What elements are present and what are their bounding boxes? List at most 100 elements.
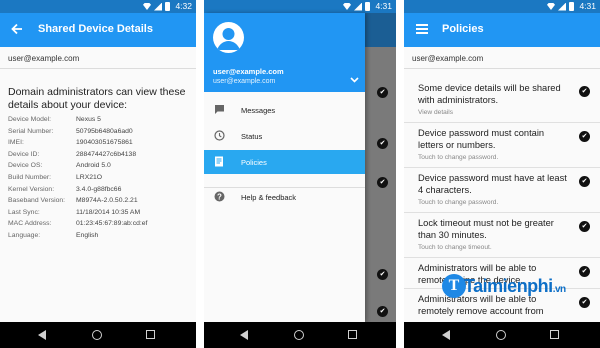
page-title: Policies <box>442 23 484 35</box>
watermark-brand: Taimienphi <box>464 276 553 296</box>
detail-value: 288474427c6b4138 <box>76 150 137 158</box>
check-icon: ✔ <box>579 297 590 308</box>
policy-text: Administrators will be able to remotely … <box>418 294 544 316</box>
chevron-down-icon[interactable] <box>350 75 359 85</box>
status-time: 4:31 <box>579 1 596 11</box>
detail-row: Build Number: LRX21O <box>8 174 192 186</box>
signal-icon <box>154 2 162 11</box>
check-icon: ✔ <box>377 177 388 188</box>
policy-subtext: Touch to change password. <box>418 154 499 161</box>
screen-navigation-drawer: 4:31 ✔ ✔ ✔ ✔ ✔ user@example.com user@exa… <box>204 0 396 348</box>
check-icon: ✔ <box>579 86 590 97</box>
policy-item[interactable]: Some device details will be shared with … <box>404 78 600 123</box>
recents-nav-icon[interactable] <box>146 330 155 339</box>
status-bar: 4:31 <box>404 0 600 13</box>
intro-text: Domain administrators can view these det… <box>8 86 186 111</box>
drawer-item-help[interactable]: ? Help & feedback <box>204 185 365 209</box>
home-nav-icon[interactable] <box>294 330 304 340</box>
watermark-suffix: .vn <box>552 284 566 295</box>
detail-row: Baseband Version: M8974A-2.0.50.2.21 <box>8 197 192 209</box>
device-details-list: Device Model: Nexus 5 Serial Number: 50795… <box>8 116 192 244</box>
drawer-account-subtitle: user@example.com <box>213 78 276 85</box>
detail-label: IMEI: <box>8 139 24 147</box>
detail-row: Language: English <box>8 232 192 244</box>
home-nav-icon[interactable] <box>496 330 506 340</box>
detail-label: Last Sync: <box>8 208 40 216</box>
recents-nav-icon[interactable] <box>550 330 559 339</box>
detail-label: Language: <box>8 231 41 239</box>
detail-label: MAC Address: <box>8 220 52 228</box>
status-time: 4:32 <box>175 1 192 11</box>
drawer-item-label: Policies <box>241 158 267 167</box>
check-icon: ✔ <box>377 269 388 280</box>
drawer-item-label: Messages <box>241 106 276 115</box>
clock-icon <box>213 130 225 142</box>
check-icon: ✔ <box>377 306 388 317</box>
account-email: user@example.com <box>404 47 600 69</box>
wifi-icon <box>343 3 351 10</box>
check-icon: ✔ <box>377 87 388 98</box>
detail-value: 190403051675861 <box>76 139 133 147</box>
back-arrow-icon[interactable] <box>10 22 26 38</box>
policy-item[interactable]: Device password must have at least 4 cha… <box>404 168 600 213</box>
back-nav-icon[interactable] <box>442 330 450 340</box>
policy-item[interactable]: Device password must contain letters or … <box>404 123 600 168</box>
status-bar: 4:31 <box>204 0 396 13</box>
home-nav-icon[interactable] <box>92 330 102 340</box>
svg-text:?: ? <box>217 192 222 201</box>
drawer-account-email: user@example.com <box>213 67 284 76</box>
detail-row: Device ID: 288474427c6b4138 <box>8 151 192 163</box>
detail-value: M8974A-2.0.50.2.21 <box>76 197 138 205</box>
avatar <box>213 22 244 53</box>
drawer-item-status[interactable]: Status <box>204 124 365 148</box>
policy-text: Device password must have at least 4 cha… <box>418 173 567 195</box>
app-bar: Shared Device Details <box>0 13 196 47</box>
detail-value: Nexus 5 <box>76 116 101 123</box>
detail-label: Serial Number: <box>8 127 54 135</box>
drawer-item-label: Help & feedback <box>241 193 297 202</box>
recents-nav-icon[interactable] <box>348 330 357 339</box>
check-icon: ✔ <box>579 266 590 277</box>
document-icon <box>213 156 225 168</box>
status-bar: 4:32 <box>0 0 196 13</box>
drawer-item-policies[interactable]: Policies <box>204 150 365 174</box>
detail-row: Last Sync: 11/18/2014 10:35 AM <box>8 209 192 221</box>
system-nav-bar <box>404 322 600 348</box>
detail-row: IMEI: 190403051675861 <box>8 139 192 151</box>
detail-label: Baseband Version: <box>8 197 66 205</box>
detail-value: English <box>76 231 99 239</box>
status-time: 4:31 <box>375 1 392 11</box>
wifi-icon <box>143 3 151 10</box>
system-nav-bar <box>204 322 396 348</box>
back-nav-icon[interactable] <box>240 330 248 340</box>
detail-row: MAC Address: 01:23:45:67:89:ab:cd:ef <box>8 220 192 232</box>
detail-value: 01:23:45:67:89:ab:cd:ef <box>76 220 148 228</box>
back-nav-icon[interactable] <box>38 330 46 340</box>
message-icon <box>213 104 225 116</box>
signal-icon <box>354 2 362 11</box>
detail-row: Kernel Version: 3.4.0-g88fbc66 <box>8 186 192 198</box>
detail-row: Serial Number: 50795b6480a6ad0 <box>8 128 192 140</box>
policy-subtext: Touch to change timeout. <box>418 244 492 251</box>
detail-label: Kernel Version: <box>8 185 55 193</box>
battery-icon <box>569 2 574 11</box>
watermark-icon: T <box>442 274 466 298</box>
menu-icon[interactable] <box>416 24 428 34</box>
detail-value: LRX21O <box>76 173 103 181</box>
drawer-item-messages[interactable]: Messages <box>204 98 365 122</box>
detail-value: 11/18/2014 10:35 AM <box>76 208 141 216</box>
detail-value: 3.4.0-g88fbc66 <box>76 185 122 193</box>
check-icon: ✔ <box>377 138 388 149</box>
system-nav-bar <box>0 322 196 348</box>
check-icon: ✔ <box>579 131 590 142</box>
screen-shared-device-details: 4:32 Shared Device Details user@example.… <box>0 0 196 348</box>
detail-label: Device OS: <box>8 162 43 170</box>
policy-item[interactable]: Lock timeout must not be greater than 30… <box>404 213 600 258</box>
policy-text: Lock timeout must not be greater than 30… <box>418 218 554 240</box>
detail-label: Device ID: <box>8 150 40 158</box>
detail-row: Device OS: Android 5.0 <box>8 162 192 174</box>
policy-subtext: Touch to change password. <box>418 199 499 206</box>
detail-value: Android 5.0 <box>76 162 111 170</box>
detail-value: 50795b6480a6ad0 <box>76 127 133 135</box>
policy-text: Device password must contain letters or … <box>418 128 545 150</box>
